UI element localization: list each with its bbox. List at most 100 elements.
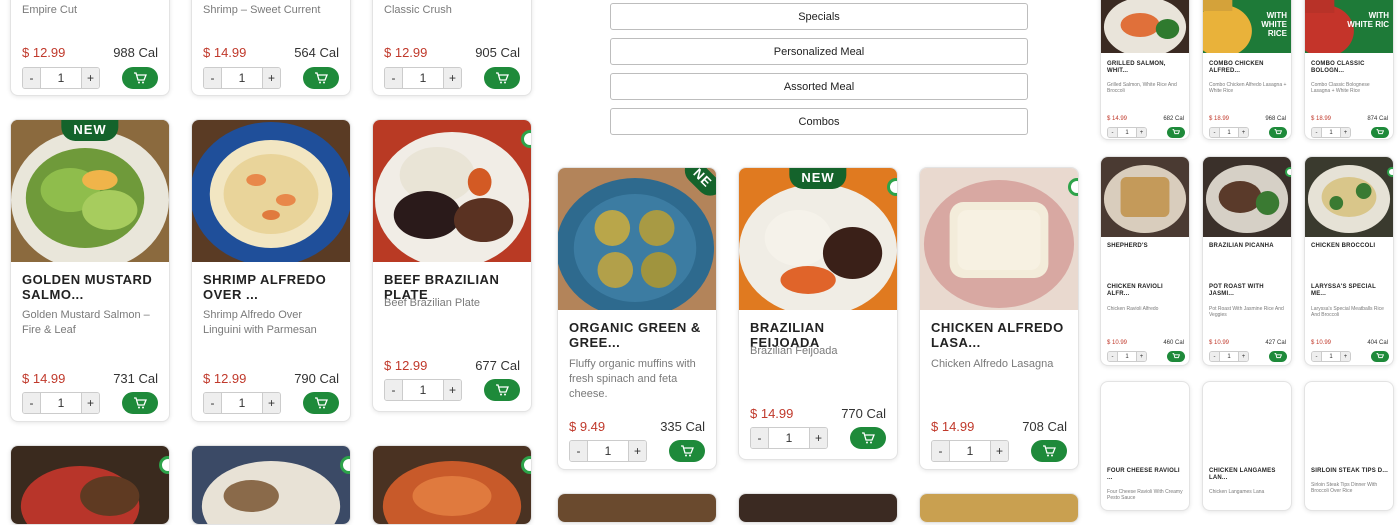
- product-title[interactable]: FOUR CHEESE RAVIOLI ...: [1107, 468, 1185, 482]
- increase-button[interactable]: +: [1239, 352, 1248, 361]
- product-card[interactable]: WITH WHITE RICE COMBO CHICKEN ALFRED... …: [1202, 0, 1292, 140]
- quantity-input[interactable]: 1: [1219, 128, 1239, 137]
- product-image[interactable]: [11, 120, 169, 262]
- product-card[interactable]: FOUR CHEESE RAVIOLI ... Four Cheese Ravi…: [1100, 381, 1190, 511]
- increase-button[interactable]: +: [444, 380, 461, 400]
- decrease-button[interactable]: -: [1312, 128, 1321, 137]
- product-title[interactable]: CHICKEN LANGAMES LAN...: [1209, 468, 1287, 482]
- increase-button[interactable]: +: [82, 68, 99, 88]
- quantity-input[interactable]: 1: [402, 380, 444, 400]
- add-to-cart-button[interactable]: [484, 67, 520, 89]
- product-card[interactable]: Empire Cut $ 12.99 988 Cal - 1 +: [10, 0, 170, 96]
- decrease-button[interactable]: -: [1312, 352, 1321, 361]
- add-to-cart-button[interactable]: [1031, 440, 1067, 462]
- product-card[interactable]: NEW GOLDEN MUSTARD SALMO... Golden Musta…: [10, 119, 170, 422]
- product-card[interactable]: GRILLED SALMON, WHIT... Grilled Salmon, …: [1100, 0, 1190, 140]
- product-card[interactable]: SIRLOIN STEAK TIPS D... Sirloin Steak Ti…: [1304, 381, 1394, 511]
- add-to-cart-button[interactable]: [1167, 351, 1185, 362]
- increase-button[interactable]: +: [1239, 128, 1248, 137]
- add-to-cart-button[interactable]: [1269, 351, 1287, 362]
- quantity-input[interactable]: 1: [40, 393, 82, 413]
- product-title[interactable]: CHICKEN RAVIOLI ALFR...: [1107, 284, 1185, 298]
- product-card[interactable]: [919, 493, 1079, 523]
- product-image[interactable]: [558, 168, 716, 310]
- increase-button[interactable]: +: [810, 428, 827, 448]
- add-to-cart-button[interactable]: [303, 392, 339, 414]
- product-card[interactable]: [557, 493, 717, 523]
- add-to-cart-button[interactable]: [850, 427, 886, 449]
- product-image[interactable]: [192, 446, 350, 524]
- product-image[interactable]: [373, 120, 531, 262]
- product-title[interactable]: COMBO CLASSIC BOLOGN...: [1311, 61, 1389, 75]
- product-card[interactable]: [10, 445, 170, 525]
- decrease-button[interactable]: -: [204, 68, 221, 88]
- decrease-button[interactable]: -: [570, 441, 587, 461]
- product-card[interactable]: BRAZILIAN PICANHA POT ROAST WITH JASMI..…: [1202, 156, 1292, 366]
- decrease-button[interactable]: -: [385, 380, 402, 400]
- add-to-cart-button[interactable]: [122, 392, 158, 414]
- quantity-input[interactable]: 1: [40, 68, 82, 88]
- product-title[interactable]: SIRLOIN STEAK TIPS D...: [1311, 468, 1389, 475]
- product-image[interactable]: [1101, 157, 1189, 237]
- decrease-button[interactable]: -: [204, 393, 221, 413]
- filter-assorted-meal[interactable]: Assorted Meal: [610, 73, 1028, 100]
- increase-button[interactable]: +: [991, 441, 1008, 461]
- quantity-input[interactable]: 1: [768, 428, 810, 448]
- decrease-button[interactable]: -: [385, 68, 402, 88]
- product-image[interactable]: [739, 168, 897, 310]
- product-image[interactable]: [1101, 0, 1189, 53]
- add-to-cart-button[interactable]: [1167, 127, 1185, 138]
- product-card[interactable]: NE ORGANIC GREEN & GREE... Fluffy organi…: [557, 167, 717, 470]
- quantity-input[interactable]: 1: [1117, 128, 1137, 137]
- decrease-button[interactable]: -: [751, 428, 768, 448]
- add-to-cart-button[interactable]: [1371, 127, 1389, 138]
- decrease-button[interactable]: -: [932, 441, 949, 461]
- add-to-cart-button[interactable]: [303, 67, 339, 89]
- product-image[interactable]: [1305, 157, 1393, 237]
- product-title[interactable]: GOLDEN MUSTARD SALMO...: [22, 272, 159, 302]
- product-card[interactable]: NEW BRAZILIAN FEIJOADA Brazilian Feijoad…: [738, 167, 898, 460]
- product-card[interactable]: BEEF BRAZILIAN PLATE Beef Brazilian Plat…: [372, 119, 532, 412]
- quantity-input[interactable]: 1: [221, 393, 263, 413]
- filter-combos[interactable]: Combos: [610, 108, 1028, 135]
- increase-button[interactable]: +: [263, 393, 280, 413]
- decrease-button[interactable]: -: [23, 393, 40, 413]
- quantity-input[interactable]: 1: [1321, 352, 1341, 361]
- product-image[interactable]: [558, 494, 716, 522]
- product-card[interactable]: WITH WHITE RIC COMBO CLASSIC BOLOGN... C…: [1304, 0, 1394, 140]
- product-card[interactable]: CHICKEN ALFREDO LASA... Chicken Alfredo …: [919, 167, 1079, 470]
- decrease-button[interactable]: -: [23, 68, 40, 88]
- product-image[interactable]: [11, 446, 169, 524]
- increase-button[interactable]: +: [1137, 352, 1146, 361]
- product-card[interactable]: [372, 445, 532, 525]
- product-card[interactable]: CHICKEN BROCCOLI LARYSSA'S SPECIAL ME...…: [1304, 156, 1394, 366]
- product-image[interactable]: [739, 494, 897, 522]
- add-to-cart-button[interactable]: [122, 67, 158, 89]
- quantity-input[interactable]: 1: [402, 68, 444, 88]
- increase-button[interactable]: +: [1341, 352, 1350, 361]
- add-to-cart-button[interactable]: [1371, 351, 1389, 362]
- filter-specials[interactable]: Specials: [610, 3, 1028, 30]
- product-card[interactable]: [738, 493, 898, 523]
- product-image[interactable]: [920, 168, 1078, 310]
- product-title[interactable]: SHRIMP ALFREDO OVER ...: [203, 272, 340, 302]
- product-image[interactable]: [192, 120, 350, 262]
- filter-personalized-meal[interactable]: Personalized Meal: [610, 38, 1028, 65]
- quantity-input[interactable]: 1: [1117, 352, 1137, 361]
- product-image[interactable]: [920, 494, 1078, 522]
- product-card[interactable]: CHICKEN LANGAMES LAN... Chicken Langames…: [1202, 381, 1292, 511]
- product-card[interactable]: Shrimp – Sweet Current $ 14.99 564 Cal -…: [191, 0, 351, 96]
- product-image[interactable]: [373, 446, 531, 524]
- product-title[interactable]: GRILLED SALMON, WHIT...: [1107, 61, 1185, 75]
- product-title[interactable]: COMBO CHICKEN ALFRED...: [1209, 61, 1287, 75]
- decrease-button[interactable]: -: [1210, 128, 1219, 137]
- product-title[interactable]: CHICKEN ALFREDO LASA...: [931, 320, 1068, 350]
- increase-button[interactable]: +: [1137, 128, 1146, 137]
- product-title[interactable]: LARYSSA'S SPECIAL ME...: [1311, 284, 1389, 298]
- quantity-input[interactable]: 1: [1219, 352, 1239, 361]
- quantity-input[interactable]: 1: [221, 68, 263, 88]
- quantity-input[interactable]: 1: [1321, 128, 1341, 137]
- increase-button[interactable]: +: [1341, 128, 1350, 137]
- product-card[interactable]: SHEPHERD'S CHICKEN RAVIOLI ALFR... Chick…: [1100, 156, 1190, 366]
- increase-button[interactable]: +: [629, 441, 646, 461]
